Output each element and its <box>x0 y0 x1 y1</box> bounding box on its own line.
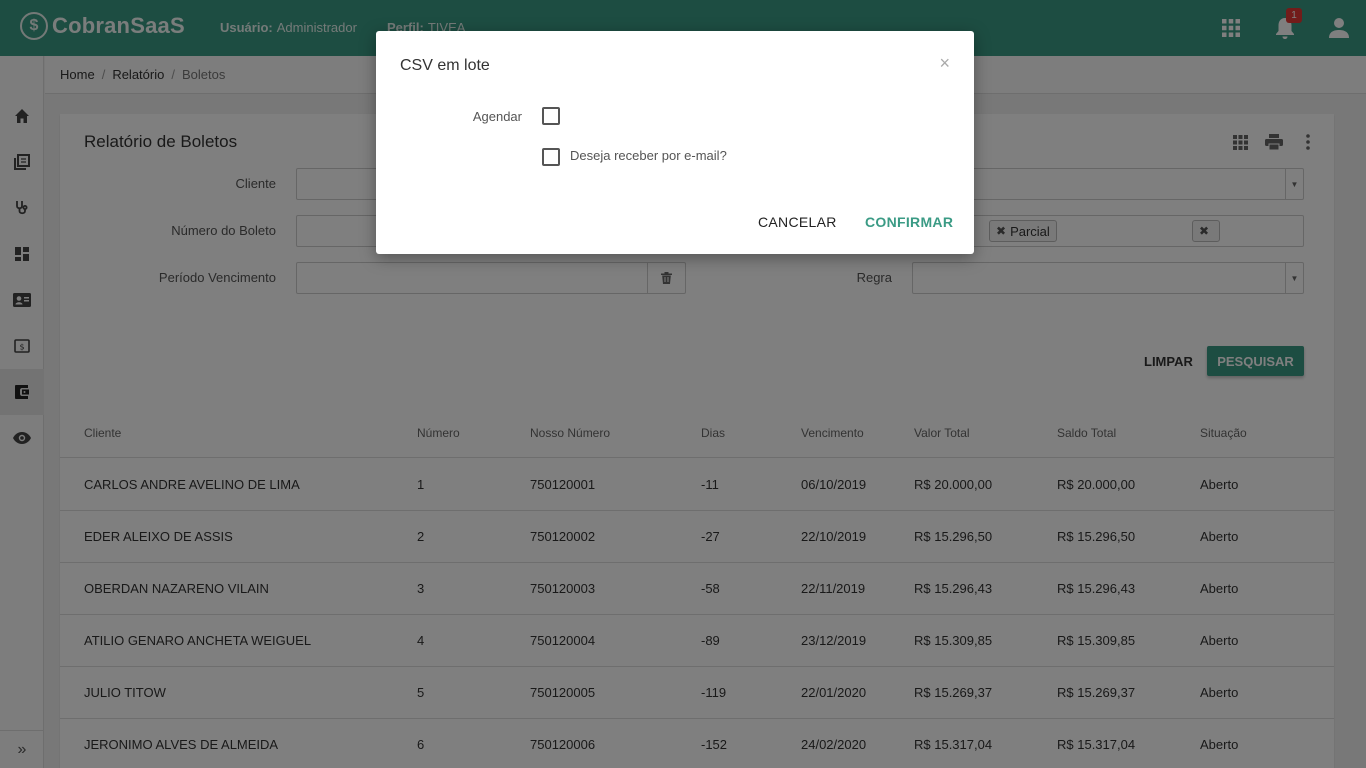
csv-batch-dialog: CSV em lote × Agendar Deseja receber por… <box>376 31 974 254</box>
dialog-title: CSV em lote <box>400 57 490 74</box>
email-checkbox[interactable] <box>542 148 560 166</box>
cancel-button[interactable]: CANCELAR <box>746 209 849 235</box>
schedule-label: Agendar <box>472 109 522 124</box>
confirm-button[interactable]: CONFIRMAR <box>853 209 965 235</box>
email-checkbox-label: Deseja receber por e-mail? <box>570 148 727 163</box>
close-icon[interactable]: × <box>939 53 950 74</box>
schedule-checkbox[interactable] <box>542 107 560 125</box>
